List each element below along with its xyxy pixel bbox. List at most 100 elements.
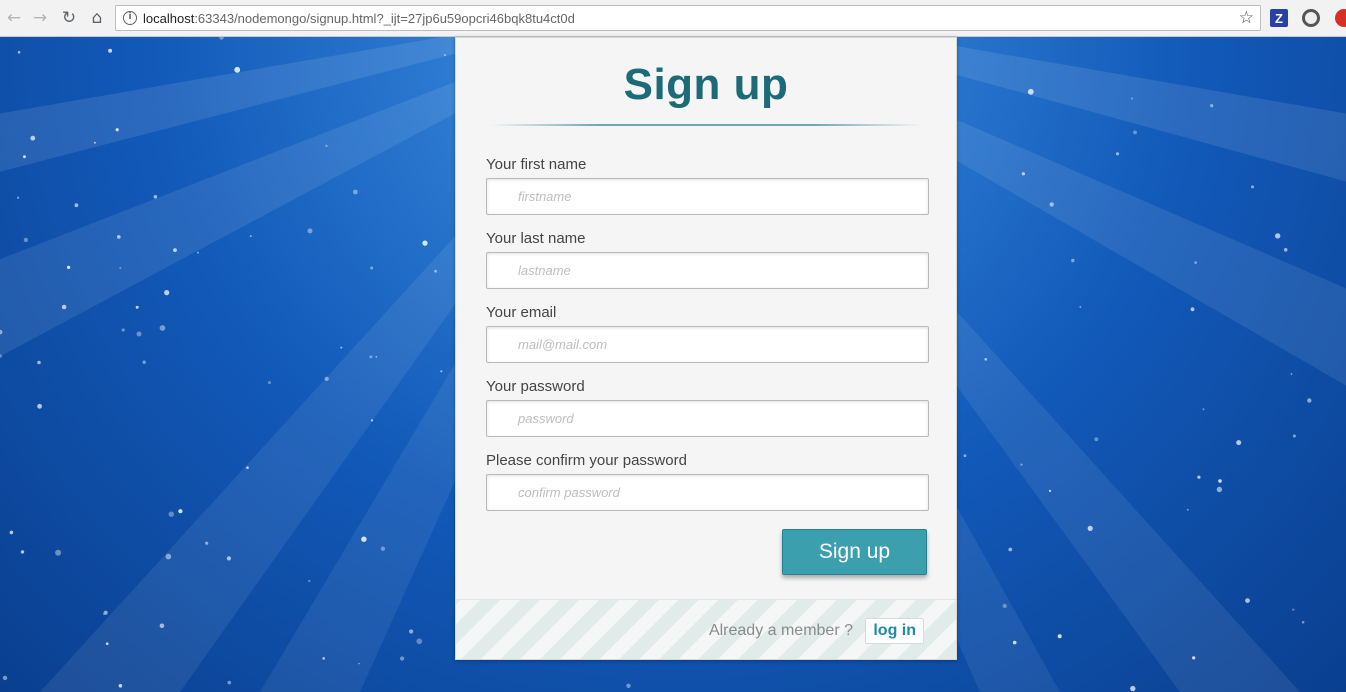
snow-particle: [1133, 130, 1137, 135]
snow-particle: [1202, 408, 1205, 411]
snow-particle: [267, 381, 271, 385]
snow-particle: [1236, 440, 1242, 446]
address-bar[interactable]: i localhost:63343/nodemongo/signup.html?…: [115, 5, 1261, 31]
snow-particle: [153, 195, 158, 199]
confirm-password-input[interactable]: confirm password: [486, 474, 929, 511]
snow-particle: [1292, 434, 1296, 438]
z-extension-icon[interactable]: Z: [1270, 9, 1288, 27]
snow-particle: [375, 355, 378, 358]
snow-particle: [197, 251, 199, 254]
signup-button[interactable]: Sign up: [782, 529, 927, 575]
gear-extension-icon[interactable]: [1302, 9, 1320, 27]
snow-particle: [246, 466, 249, 470]
snow-particle: [205, 541, 209, 545]
snow-particle: [23, 237, 29, 243]
snow-particle: [67, 265, 71, 269]
snow-particle: [37, 360, 41, 365]
snow-particle: [115, 128, 119, 132]
snow-particle: [1197, 475, 1201, 479]
snow-particle: [234, 66, 241, 73]
snow-particle: [984, 358, 988, 361]
last-name-label: Your last name: [486, 230, 586, 247]
snow-particle: [1079, 305, 1082, 308]
url-text[interactable]: localhost:63343/nodemongo/signup.html?_i…: [143, 11, 575, 26]
snow-particle: [1283, 248, 1288, 252]
snow-particle: [1049, 202, 1054, 207]
snow-particle: [434, 269, 437, 273]
url-host: localhost: [143, 11, 195, 26]
home-icon[interactable]: ⌂: [86, 7, 108, 29]
last-name-placeholder: lastname: [518, 263, 571, 278]
snow-particle: [17, 196, 20, 199]
confirm-password-label: Please confirm your password: [486, 452, 687, 469]
snow-particle: [119, 267, 122, 269]
snow-particle: [1301, 620, 1305, 624]
snow-particle: [324, 376, 329, 381]
snow-particle: [173, 248, 177, 253]
password-input[interactable]: password: [486, 400, 929, 437]
snow-particle: [361, 536, 367, 542]
url-path: :63343/nodemongo/signup.html?_ijt=27jp6u…: [194, 11, 575, 26]
snow-particle: [1190, 307, 1195, 312]
last-name-input[interactable]: lastname: [486, 252, 929, 289]
password-placeholder: password: [518, 411, 574, 426]
snow-particle: [1275, 233, 1281, 239]
snow-particle: [1071, 258, 1075, 263]
snow-particle: [369, 355, 373, 359]
snow-particle: [1008, 547, 1013, 552]
snow-particle: [1251, 185, 1254, 189]
snow-particle: [118, 684, 123, 688]
snow-particle: [249, 235, 252, 238]
snow-particle: [308, 579, 311, 583]
already-member-text: Already a member ?: [708, 622, 853, 639]
snow-particle: [165, 553, 172, 560]
snow-particle: [219, 37, 224, 40]
snow-particle: [1186, 508, 1189, 511]
snow-particle: [93, 141, 96, 144]
snow-particle: [1057, 634, 1062, 639]
snow-particle: [121, 328, 125, 332]
forward-arrow-icon[interactable]: →: [29, 7, 51, 29]
snow-particle: [1210, 104, 1214, 108]
email-placeholder: mail@mail.com: [518, 337, 608, 352]
snow-particle: [178, 509, 183, 514]
snow-particle: [17, 51, 21, 54]
snow-particle: [117, 235, 121, 239]
snow-particle: [1048, 489, 1052, 493]
snow-particle: [168, 511, 174, 517]
snow-particle: [1307, 398, 1312, 403]
snow-particle: [135, 305, 139, 309]
snow-particle: [370, 266, 374, 270]
signup-card: Sign up Your first name firstname Your l…: [455, 37, 957, 660]
red-extension-icon[interactable]: [1335, 9, 1346, 27]
page-title: Sign up: [623, 60, 789, 109]
star-icon[interactable]: ☆: [1239, 8, 1254, 28]
snow-particle: [358, 662, 360, 665]
card-footer: Already a member ? log in: [456, 599, 956, 659]
snow-particle: [444, 54, 446, 56]
snow-particle: [1002, 603, 1007, 609]
back-arrow-icon[interactable]: ←: [3, 7, 25, 29]
snow-particle: [1094, 437, 1099, 442]
snow-particle: [23, 155, 26, 159]
snow-particle: [1192, 656, 1196, 660]
snow-particle: [340, 346, 343, 349]
snow-particle: [1087, 525, 1093, 531]
snow-particle: [226, 556, 231, 561]
reload-icon[interactable]: ↻: [58, 7, 80, 29]
snow-particle: [1130, 97, 1133, 100]
login-link[interactable]: log in: [865, 618, 924, 644]
snow-particle: [1292, 608, 1295, 611]
first-name-placeholder: firstname: [518, 189, 572, 204]
info-icon[interactable]: i: [123, 11, 137, 25]
first-name-input[interactable]: firstname: [486, 178, 929, 215]
snow-particle: [322, 657, 326, 660]
snow-particle: [1115, 152, 1120, 156]
password-label: Your password: [486, 378, 585, 395]
snow-particle: [9, 530, 14, 535]
snow-particle: [1290, 373, 1293, 375]
snow-particle: [20, 550, 25, 554]
email-input[interactable]: mail@mail.com: [486, 326, 929, 363]
snow-particle: [409, 629, 414, 634]
snow-particle: [963, 454, 967, 458]
